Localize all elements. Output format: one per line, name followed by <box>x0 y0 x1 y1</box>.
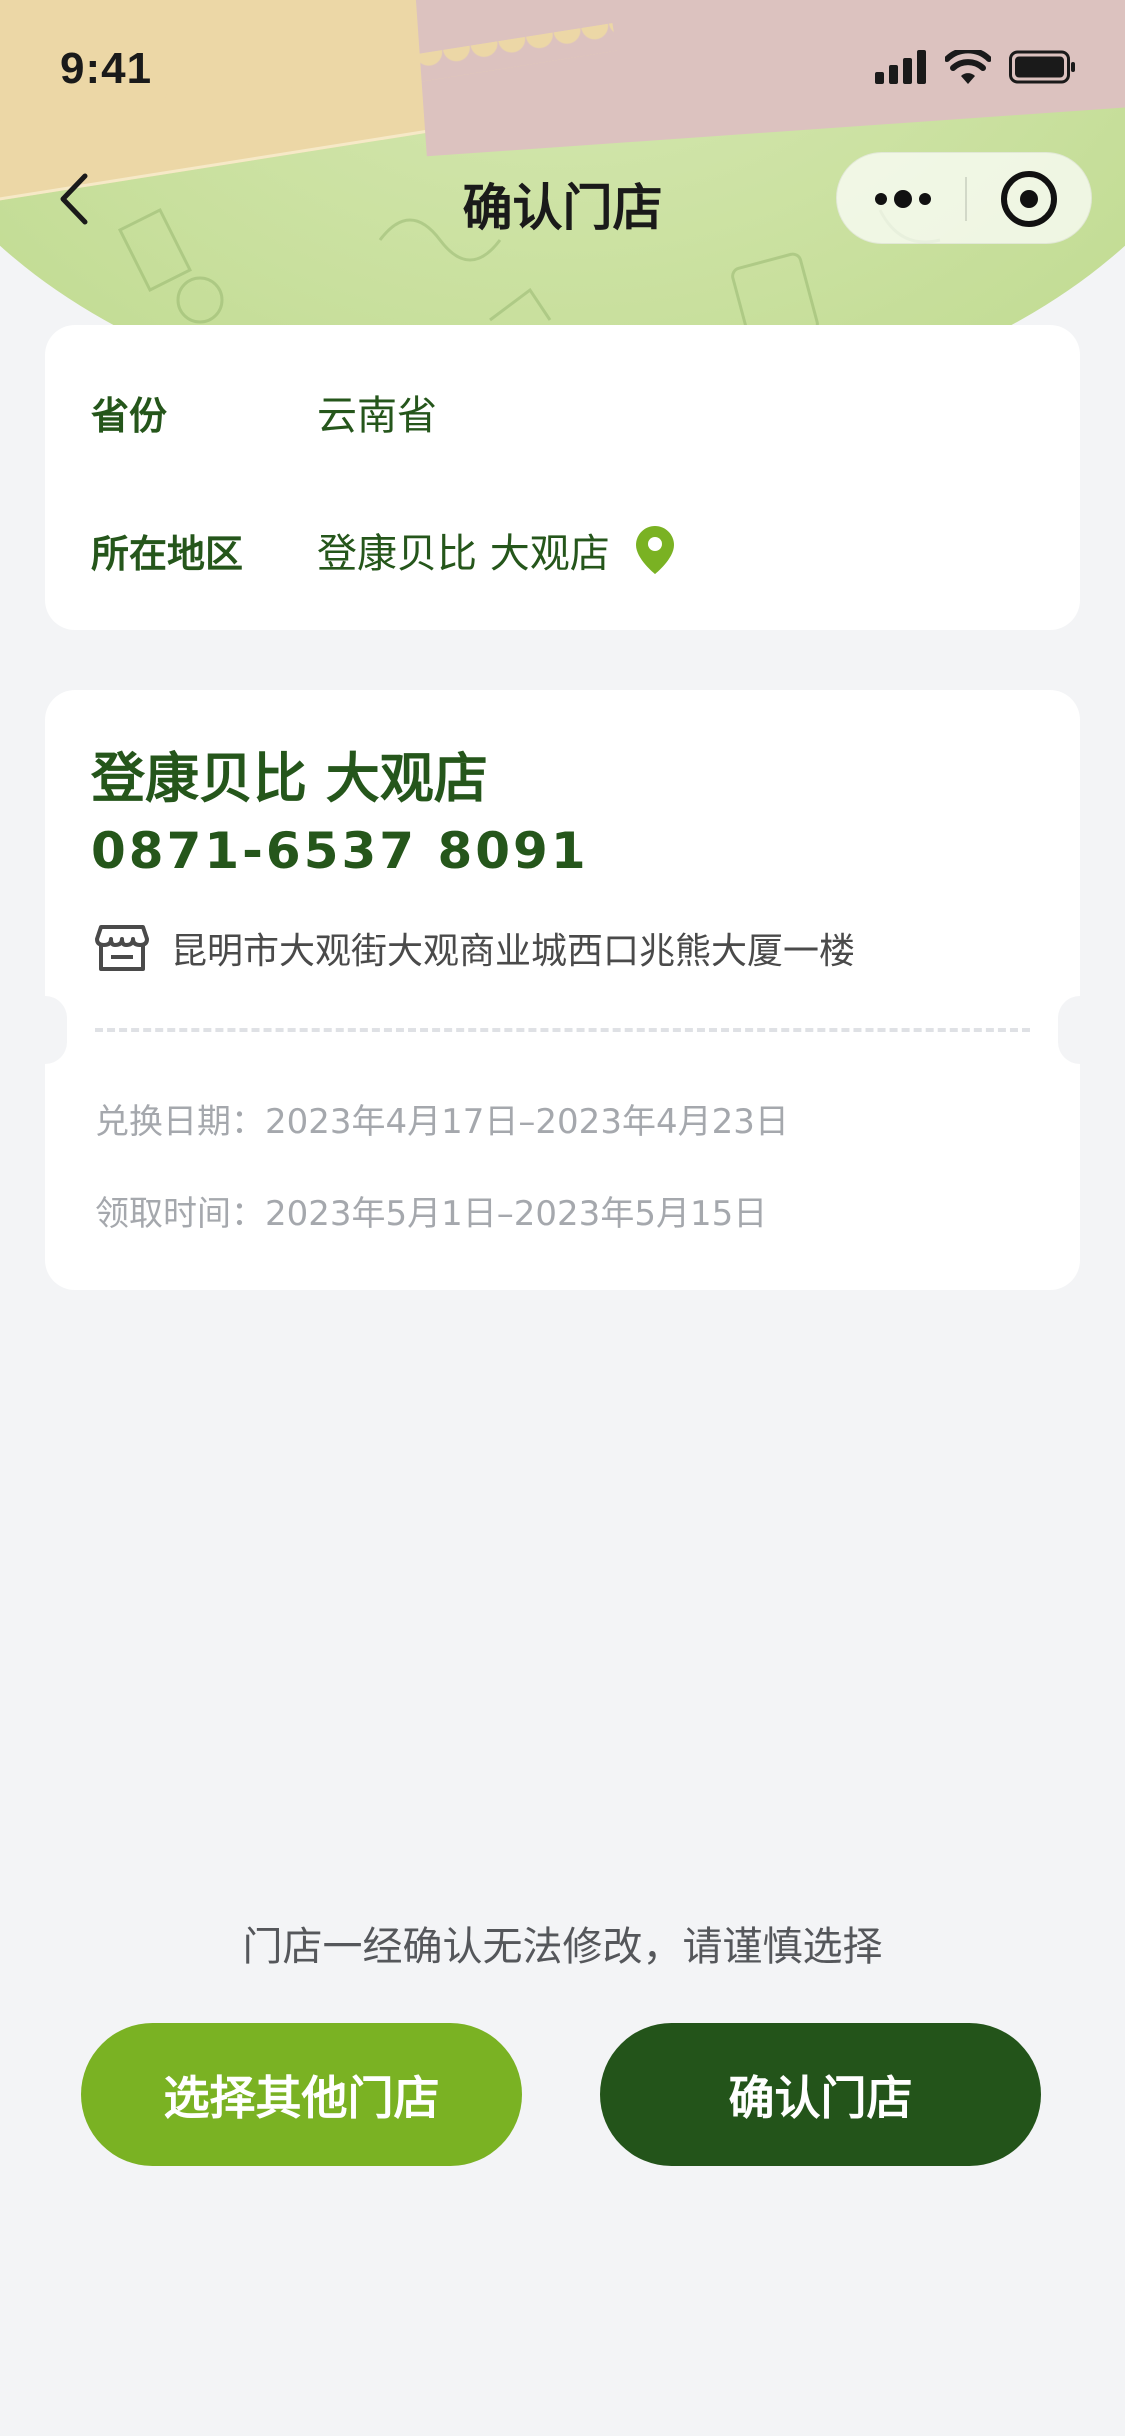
ticket-notch-right <box>1058 996 1102 1064</box>
cellular-signal-icon <box>875 50 926 84</box>
more-dots-icon[interactable] <box>871 177 935 221</box>
confirm-store-page: 9:41 确认门店 省份 云南省 所在地区 登康贝比 大观店 登康贝比 大观店 … <box>0 0 1125 2436</box>
miniapp-capsule <box>836 152 1092 244</box>
ticket-notch-left <box>23 996 67 1064</box>
region-card: 省份 云南省 所在地区 登康贝比 大观店 <box>45 325 1080 630</box>
target-circle-icon[interactable] <box>1001 171 1057 227</box>
confirm-store-button[interactable]: 确认门店 <box>600 2023 1041 2166</box>
exchange-date: 兑换日期：2023年4月17日–2023年4月23日 <box>95 1102 789 1142</box>
select-other-store-button[interactable]: 选择其他门店 <box>81 2023 522 2166</box>
status-bar: 9:41 <box>0 0 1125 140</box>
province-label: 省份 <box>91 393 168 438</box>
pickup-time: 领取时间：2023年5月1日–2023年5月15日 <box>95 1194 768 1234</box>
status-time: 9:41 <box>60 44 153 93</box>
status-icons <box>875 50 1075 84</box>
store-address-text: 昆明市大观街大观商业城西口兆熊大厦一楼 <box>171 931 856 972</box>
wifi-icon <box>945 50 991 84</box>
store-phone: 0871-6537 8091 <box>91 822 589 880</box>
battery-icon <box>1009 50 1075 84</box>
province-value: 云南省 <box>317 393 437 439</box>
province-row: 省份 云南省 <box>91 383 437 441</box>
location-pin-icon[interactable] <box>635 526 674 574</box>
store-address: 昆明市大观街大观商业城西口兆熊大厦一楼 <box>95 922 855 974</box>
area-value: 登康贝比 大观店 <box>317 531 610 577</box>
area-row[interactable]: 所在地区 登康贝比 大观店 <box>91 521 674 579</box>
capsule-divider <box>965 177 967 221</box>
store-name: 登康贝比 大观店 <box>91 747 488 810</box>
area-label: 所在地区 <box>91 531 244 576</box>
dashed-divider <box>95 1028 1030 1032</box>
confirm-notice: 门店一经确认无法修改，请谨慎选择 <box>242 1924 883 1970</box>
storefront-icon <box>95 925 149 971</box>
store-card: 登康贝比 大观店 0871-6537 8091 昆明市大观街大观商业城西口兆熊大… <box>23 690 1102 1290</box>
